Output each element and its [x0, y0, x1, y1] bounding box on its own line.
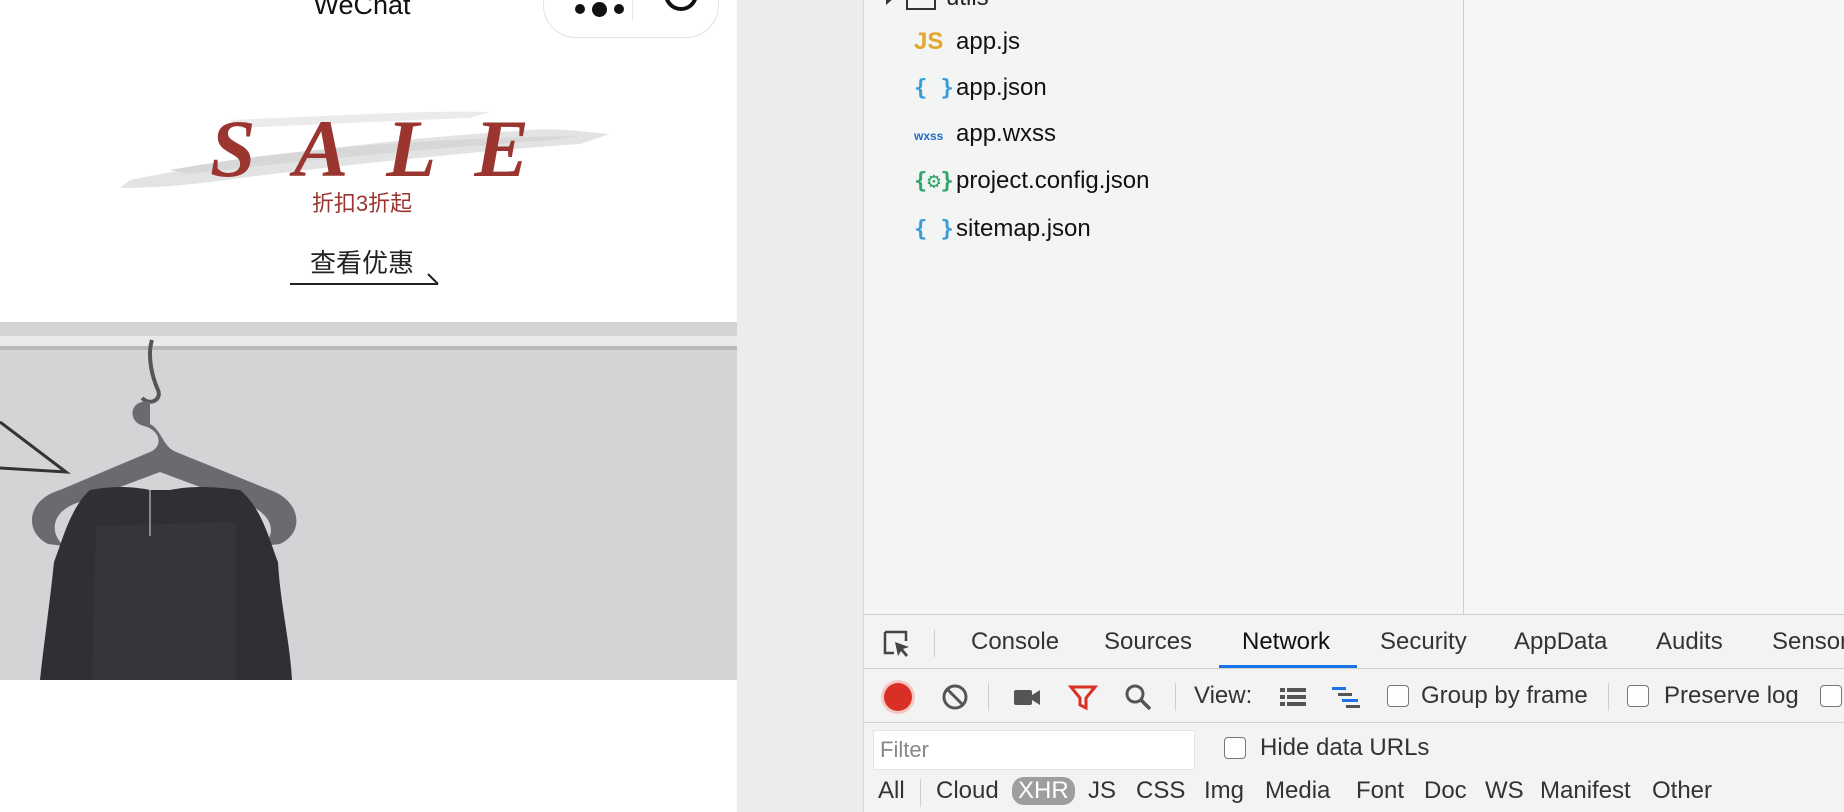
- file-name: project.config.json: [956, 167, 1150, 194]
- toolbar-separator: [920, 779, 921, 807]
- tab-audits[interactable]: Audits: [1656, 628, 1723, 656]
- file-row-app-wxss[interactable]: wxss app.wxss: [914, 116, 1056, 152]
- simulator-gutter: [737, 0, 863, 812]
- more-dot-icon: [591, 1, 607, 17]
- clear-icon[interactable]: [939, 681, 971, 713]
- file-row-project-config[interactable]: {⚙} project.config.json: [914, 163, 1149, 199]
- type-ws[interactable]: WS: [1485, 777, 1524, 805]
- mini-program-preview: WeChat SALE 折扣3折起 查看优惠: [0, 0, 737, 812]
- type-font[interactable]: Font: [1356, 777, 1404, 805]
- group-by-frame-label: Group by frame: [1421, 682, 1588, 709]
- network-toolbar: View: Group by frame Preserve log: [864, 669, 1844, 723]
- type-js[interactable]: JS: [1088, 777, 1116, 805]
- chevron-right-icon: [886, 0, 892, 5]
- preserve-log-label: Preserve log: [1664, 682, 1799, 709]
- active-tab-indicator: [1219, 665, 1357, 668]
- product-photo: [0, 322, 737, 680]
- type-img[interactable]: Img: [1204, 777, 1244, 805]
- file-name: sitemap.json: [956, 215, 1091, 242]
- more-dot-icon: [613, 4, 624, 14]
- filter-bar: Hide data URLs: [864, 723, 1844, 770]
- file-row-app-json[interactable]: { } app.json: [914, 70, 1047, 106]
- sale-heading: SALE: [210, 103, 568, 194]
- editor-pane: [1464, 0, 1844, 614]
- record-icon: [884, 683, 912, 711]
- type-cloud[interactable]: Cloud: [936, 777, 999, 805]
- type-css[interactable]: CSS: [1136, 777, 1185, 805]
- view-label: View:: [1194, 682, 1253, 709]
- group-by-frame-checkbox[interactable]: [1387, 685, 1409, 707]
- type-all[interactable]: All: [878, 777, 905, 805]
- devtools-tabbar: Console Sources Network Security AppData…: [864, 615, 1844, 669]
- screenshot-camera-icon[interactable]: [1011, 681, 1043, 713]
- type-xhr[interactable]: XHR: [1012, 777, 1075, 805]
- toolbar-separator: [934, 629, 935, 657]
- js-file-icon: JS: [914, 28, 944, 55]
- tab-sensor[interactable]: Sensor: [1772, 628, 1844, 656]
- devtools-panel: Console Sources Network Security AppData…: [864, 614, 1844, 812]
- preserve-log-checkbox[interactable]: [1627, 685, 1649, 707]
- folder-name: utils: [946, 0, 989, 12]
- inspect-element-icon[interactable]: [882, 629, 912, 659]
- file-name: app.json: [956, 74, 1047, 101]
- type-manifest[interactable]: Manifest: [1540, 777, 1631, 805]
- record-button[interactable]: [882, 681, 914, 713]
- waterfall-overview-icon[interactable]: [1330, 681, 1362, 713]
- disable-cache-checkbox[interactable]: [1820, 685, 1842, 707]
- folder-icon: [906, 0, 936, 10]
- tab-appdata[interactable]: AppData: [1514, 628, 1607, 656]
- resource-type-filter: All Cloud XHR JS CSS Img Media Font Doc …: [864, 769, 1844, 812]
- tab-security[interactable]: Security: [1380, 628, 1467, 656]
- toolbar-separator: [1175, 683, 1176, 711]
- hide-data-urls-checkbox[interactable]: [1224, 737, 1246, 759]
- screen: WeChat SALE 折扣3折起 查看优惠 JS app.js {} app…: [0, 0, 1844, 812]
- hide-data-urls-label: Hide data URLs: [1260, 734, 1430, 761]
- filter-funnel-icon[interactable]: [1067, 681, 1099, 713]
- capsule-divider: [632, 0, 633, 21]
- type-other[interactable]: Other: [1652, 777, 1712, 805]
- json-file-icon: { }: [914, 75, 954, 101]
- json-file-icon: { }: [914, 216, 954, 242]
- file-tree: utils JS app.js { } app.json wxss app.wx…: [864, 0, 1464, 614]
- more-button[interactable]: [564, 0, 634, 19]
- folder-row-utils[interactable]: utils: [884, 0, 989, 12]
- dress-on-hanger-image: [0, 322, 737, 680]
- tab-sources[interactable]: Sources: [1104, 628, 1192, 656]
- config-file-icon: {⚙}: [914, 168, 954, 194]
- toolbar-separator: [988, 683, 989, 711]
- type-media[interactable]: Media: [1265, 777, 1330, 805]
- search-icon[interactable]: [1122, 681, 1154, 713]
- tab-console[interactable]: Console: [971, 628, 1059, 656]
- file-row-sitemap-json[interactable]: { } sitemap.json: [914, 211, 1091, 247]
- close-miniprogram-icon[interactable]: [662, 0, 700, 13]
- file-row-app-js[interactable]: JS app.js: [914, 24, 1020, 60]
- large-rows-icon[interactable]: [1277, 681, 1309, 713]
- tab-network[interactable]: Network: [1242, 628, 1330, 656]
- underline-arrow-icon: [290, 273, 439, 285]
- type-doc[interactable]: Doc: [1424, 777, 1467, 805]
- toolbar-separator: [1608, 683, 1609, 711]
- file-name: app.js: [956, 28, 1021, 55]
- devtools-area: utils JS app.js { } app.json wxss app.wx…: [863, 0, 1844, 812]
- sale-banner: SALE: [110, 100, 610, 200]
- more-dot-icon: [574, 4, 585, 14]
- sale-subtitle: 折扣3折起: [311, 191, 413, 216]
- capsule-menu: [543, 0, 719, 38]
- wxss-file-icon: wxss: [914, 129, 944, 143]
- filter-input[interactable]: [873, 730, 1195, 770]
- file-name: app.wxss: [956, 120, 1057, 147]
